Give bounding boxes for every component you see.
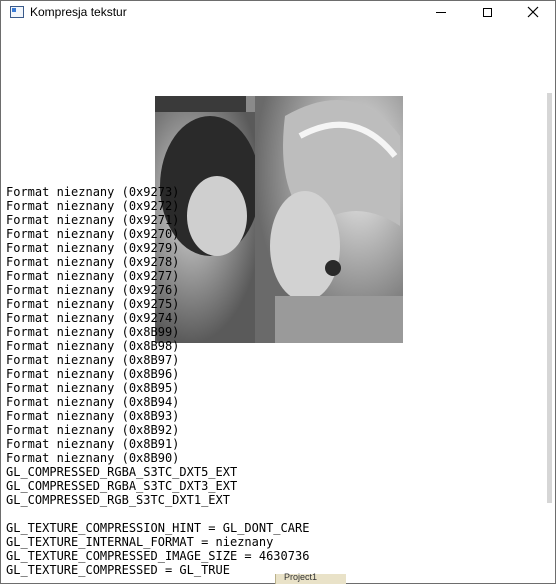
app-window: Kompresja tekstur Format nieznany (0x927…	[0, 0, 556, 584]
log-format-line: GL_COMPRESSED_RGB_S3TC_DXT1_EXT	[6, 493, 230, 507]
log-format-line: Format nieznany (0x9274)	[6, 311, 180, 325]
scroll-indicator	[547, 93, 552, 503]
app-window-icon[interactable]	[10, 6, 24, 18]
log-format-line: GL_COMPRESSED_RGBA_S3TC_DXT5_EXT	[6, 465, 238, 479]
taskbar-item[interactable]: Project1	[275, 572, 346, 584]
log-format-line: Format nieznany (0x8B91)	[6, 437, 180, 451]
log-format-line: Format nieznany (0x8B99)	[6, 325, 180, 339]
log-status-line: GL_TEXTURE_INTERNAL_FORMAT = nieznany	[6, 535, 274, 549]
log-format-line: Format nieznany (0x8B98)	[6, 339, 180, 353]
log-format-line: Format nieznany (0x9271)	[6, 213, 180, 227]
log-format-line: Format nieznany (0x9277)	[6, 269, 180, 283]
log-status-line: GL_TEXTURE_COMPRESSED = GL_TRUE	[6, 563, 230, 577]
window-title: Kompresja tekstur	[30, 5, 127, 19]
log-status-line: GL_TEXTURE_COMPRESSED_IMAGE_SIZE = 46307…	[6, 549, 310, 563]
taskbar-item-label: Project1	[284, 572, 318, 582]
log-format-line: Format nieznany (0x8B97)	[6, 353, 180, 367]
log-format-line: Format nieznany (0x9279)	[6, 241, 180, 255]
log-format-line: Format nieznany (0x8B92)	[6, 423, 180, 437]
client-area: Format nieznany (0x9273) Format nieznany …	[5, 23, 554, 581]
minimize-icon	[436, 11, 446, 13]
log-format-line: Format nieznany (0x8B96)	[6, 367, 180, 381]
log-status-line: GL_TEXTURE_COMPRESSION_HINT = GL_DONT_CA…	[6, 521, 310, 535]
log-format-line: Format nieznany (0x9276)	[6, 283, 180, 297]
log-format-line: Format nieznany (0x9275)	[6, 297, 180, 311]
title-bar[interactable]: Kompresja tekstur	[1, 1, 555, 23]
log-format-line: Format nieznany (0x9272)	[6, 199, 180, 213]
log-format-line: Format nieznany (0x8B95)	[6, 381, 180, 395]
close-button[interactable]	[510, 1, 555, 23]
log-output: Format nieznany (0x9273) Format nieznany …	[6, 185, 309, 577]
maximize-icon	[482, 7, 492, 17]
log-format-line: Format nieznany (0x8B90)	[6, 451, 180, 465]
close-icon	[527, 6, 539, 18]
maximize-button[interactable]	[464, 1, 510, 23]
log-spacer	[6, 507, 309, 521]
log-format-line: Format nieznany (0x9278)	[6, 255, 180, 269]
texture-dark-strip	[155, 96, 246, 112]
minimize-button[interactable]	[418, 1, 464, 23]
log-format-line: Format nieznany (0x9270)	[6, 227, 180, 241]
log-format-line: GL_COMPRESSED_RGBA_S3TC_DXT3_EXT	[6, 479, 238, 493]
log-format-line: Format nieznany (0x8B93)	[6, 409, 180, 423]
log-format-line: Format nieznany (0x8B94)	[6, 395, 180, 409]
log-format-line: Format nieznany (0x9273)	[6, 185, 180, 199]
